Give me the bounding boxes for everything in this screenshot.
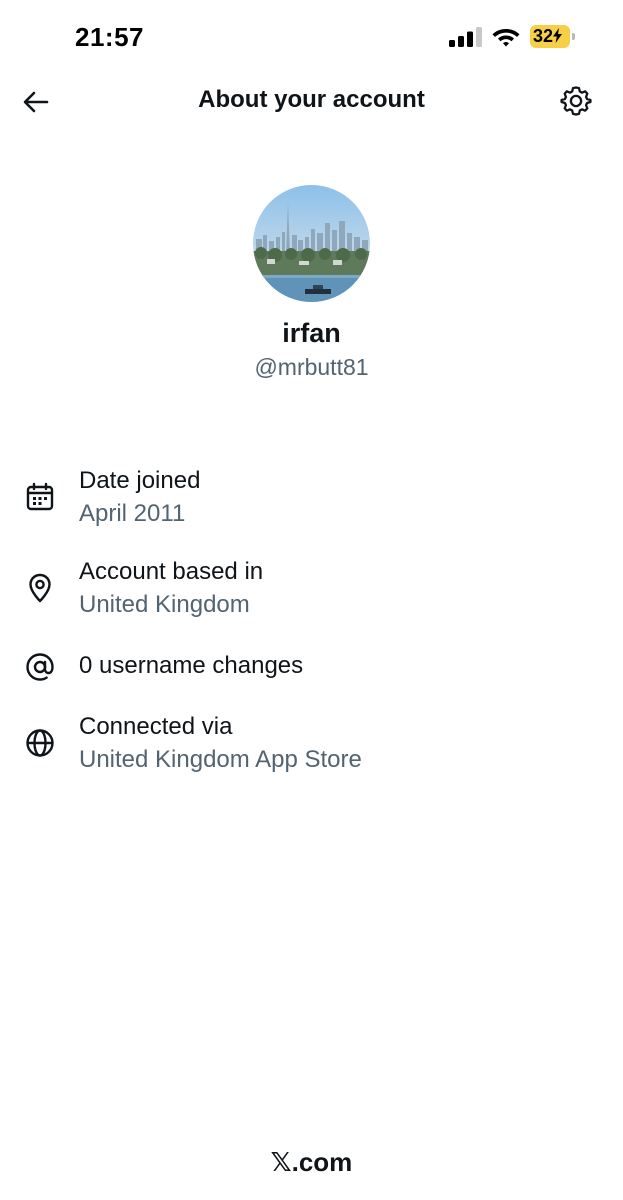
calendar-icon [26, 482, 54, 511]
gear-icon[interactable] [559, 84, 593, 118]
status-time: 21:57 [75, 22, 144, 52]
profile-name: irfan [282, 318, 341, 348]
location-pin-icon [29, 573, 51, 603]
account-based-in-label: Account based in [79, 558, 264, 585]
battery-level: 32 [533, 26, 563, 47]
wifi-icon [492, 29, 520, 47]
battery-indicator: 32 [530, 25, 576, 48]
page-title: About your account [198, 86, 425, 113]
footer-brand-link[interactable]: 𝕏.com [0, 1147, 623, 1178]
globe-icon [26, 729, 54, 757]
connected-via-value: United Kingdom App Store [79, 746, 362, 773]
date-joined-label: Date joined [79, 467, 201, 494]
account-based-in-value: United Kingdom [79, 591, 250, 618]
date-joined-value: April 2011 [79, 500, 186, 527]
at-sign-icon [26, 653, 54, 681]
status-bar: 21:57 32 [0, 0, 623, 74]
battery-tip [572, 33, 575, 40]
charging-bolt-icon [553, 28, 563, 43]
city-skyline-avatar [253, 185, 370, 302]
profile-handle: @mrbutt81 [254, 354, 369, 380]
username-changes-label: 0 username changes [79, 652, 304, 679]
connected-via-label: Connected via [79, 713, 233, 740]
avatar[interactable] [253, 185, 370, 302]
cellular-signal-icon [449, 27, 482, 47]
top-app-bar: About your account [0, 74, 623, 130]
